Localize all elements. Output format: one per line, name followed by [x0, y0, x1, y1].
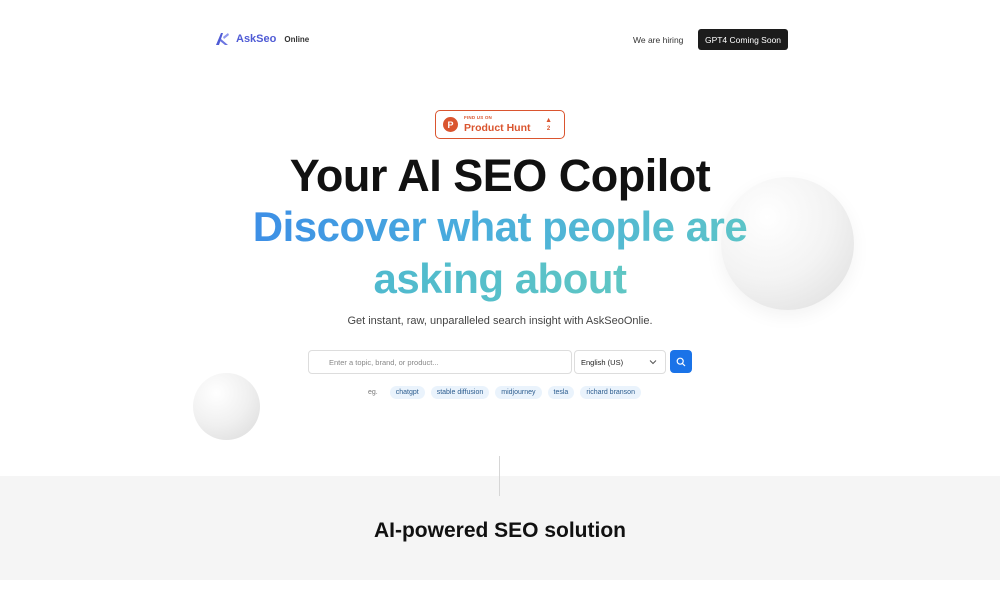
product-hunt-vote-count: 2 — [546, 126, 551, 132]
hero-subtitle-line2-text: asking about — [373, 255, 627, 302]
product-hunt-text: FIND US ON Product Hunt — [464, 115, 531, 134]
section-divider — [499, 456, 500, 496]
example-queries: eg. chatgpt stable diffusion midjourney … — [368, 386, 641, 399]
triangle-up-icon: ▲ — [545, 117, 552, 124]
hero-subtitle-line1: Discover what people are — [0, 203, 1000, 251]
top-navbar: AskSeo Online We are hiring GPT4 Coming … — [0, 0, 1000, 80]
hero-subtitle-line1-text: Discover what people are — [252, 203, 748, 250]
hero-title: Your AI SEO Copilot — [289, 150, 711, 201]
product-hunt-badge[interactable]: P FIND US ON Product Hunt ▲ 2 — [435, 110, 565, 139]
decorative-sphere-small — [193, 373, 260, 440]
product-hunt-logo-icon: P — [443, 117, 458, 132]
hero-tagline: Get instant, raw, unparalleled search in… — [347, 315, 653, 327]
section-title: AI-powered SEO solution — [373, 519, 626, 542]
topic-search-input[interactable] — [308, 350, 572, 374]
search-button[interactable] — [670, 350, 692, 373]
product-hunt-votes: ▲ 2 — [545, 117, 552, 132]
chevron-down-icon — [649, 360, 657, 365]
example-chip-stable-diffusion[interactable]: stable diffusion — [430, 386, 490, 399]
examples-label: eg. — [368, 389, 378, 396]
example-chip-chatgpt[interactable]: chatgpt — [389, 386, 425, 399]
example-chip-tesla[interactable]: tesla — [547, 386, 575, 399]
example-chip-midjourney[interactable]: midjourney — [495, 386, 542, 399]
we-are-hiring-link[interactable]: We are hiring — [633, 35, 683, 45]
product-hunt-name: Product Hunt — [464, 121, 531, 134]
brand-logo[interactable]: AskSeo Online — [214, 31, 309, 47]
language-select[interactable]: English (US) — [574, 350, 666, 374]
gpt4-coming-soon-button[interactable]: GPT4 Coming Soon — [698, 29, 788, 50]
example-chip-richard-branson[interactable]: richard branson — [580, 386, 641, 399]
brand-name: AskSeo — [236, 33, 277, 45]
brand-suffix: Online — [284, 34, 310, 44]
askseo-logo-icon — [216, 33, 229, 45]
language-select-value: English (US) — [581, 357, 624, 367]
search-icon — [676, 357, 686, 366]
product-hunt-find-us: FIND US ON — [464, 115, 493, 120]
hero-subtitle-line2: asking about — [0, 255, 1000, 303]
